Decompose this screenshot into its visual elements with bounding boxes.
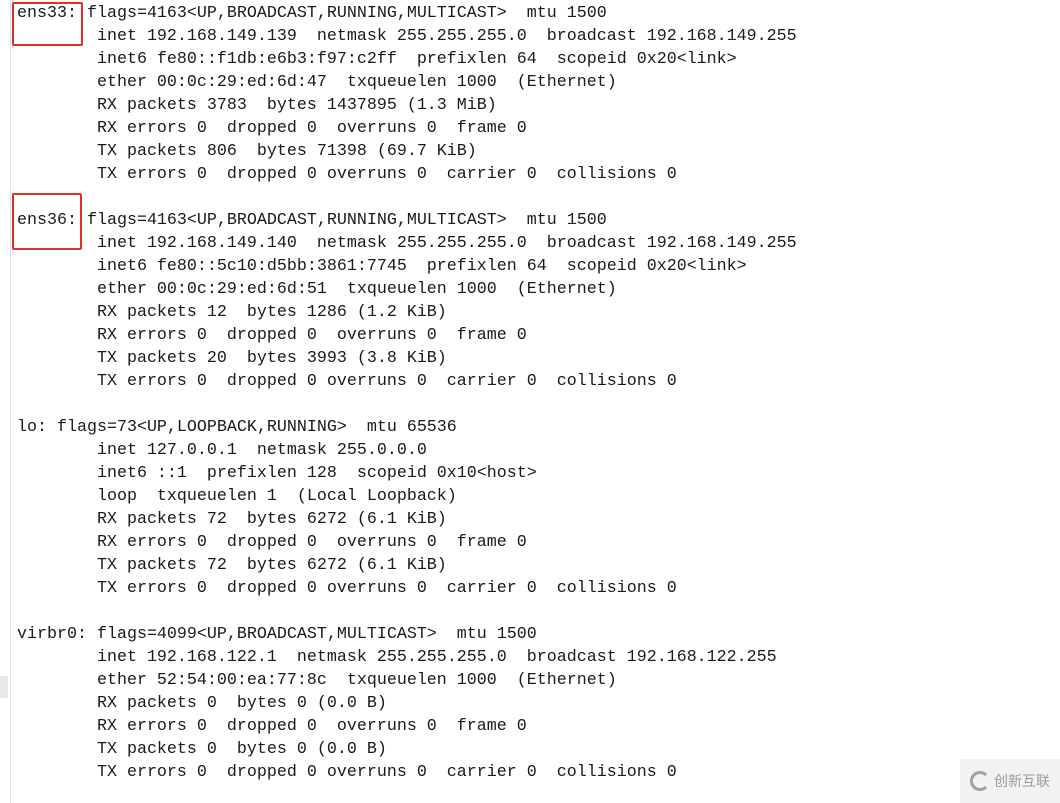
terminal-line: inet6 ::1 prefixlen 128 scopeid 0x10<hos… xyxy=(17,464,537,483)
terminal-line: RX errors 0 dropped 0 overruns 0 frame 0 xyxy=(17,326,527,345)
watermark-logo: 创新互联 xyxy=(960,759,1060,803)
terminal-line: RX packets 3783 bytes 1437895 (1.3 MiB) xyxy=(17,96,497,115)
terminal-line: TX errors 0 dropped 0 overruns 0 carrier… xyxy=(17,165,677,184)
terminal-line: inet6 fe80::f1db:e6b3:f97:c2ff prefixlen… xyxy=(17,50,737,69)
terminal-line: ether 52:54:00:ea:77:8c txqueuelen 1000 … xyxy=(17,671,617,690)
terminal-line: ether 00:0c:29:ed:6d:51 txqueuelen 1000 … xyxy=(17,280,617,299)
terminal-line: TX packets 0 bytes 0 (0.0 B) xyxy=(17,740,387,759)
watermark-logo-icon xyxy=(970,771,990,791)
terminal-line: loop txqueuelen 1 (Local Loopback) xyxy=(17,487,457,506)
terminal-line: TX packets 806 bytes 71398 (69.7 KiB) xyxy=(17,142,477,161)
terminal-line: RX errors 0 dropped 0 overruns 0 frame 0 xyxy=(17,717,527,736)
terminal-line: TX errors 0 dropped 0 overruns 0 carrier… xyxy=(17,763,677,782)
terminal-line: TX errors 0 dropped 0 overruns 0 carrier… xyxy=(17,372,677,391)
terminal-line: inet 192.168.122.1 netmask 255.255.255.0… xyxy=(17,648,777,667)
terminal-line: TX packets 20 bytes 3993 (3.8 KiB) xyxy=(17,349,447,368)
terminal-line: ens33: flags=4163<UP,BROADCAST,RUNNING,M… xyxy=(17,4,607,23)
terminal-line: RX packets 0 bytes 0 (0.0 B) xyxy=(17,694,387,713)
terminal-line: RX errors 0 dropped 0 overruns 0 frame 0 xyxy=(17,533,527,552)
terminal-line: ether 00:0c:29:ed:6d:47 txqueuelen 1000 … xyxy=(17,73,617,92)
terminal-line: inet 127.0.0.1 netmask 255.0.0.0 xyxy=(17,441,427,460)
terminal-line: virbr0: flags=4099<UP,BROADCAST,MULTICAS… xyxy=(17,625,537,644)
terminal-line: inet 192.168.149.140 netmask 255.255.255… xyxy=(17,234,797,253)
gutter-marker xyxy=(0,676,8,698)
terminal-line: TX packets 72 bytes 6272 (6.1 KiB) xyxy=(17,556,447,575)
terminal-line: ens36: flags=4163<UP,BROADCAST,RUNNING,M… xyxy=(17,211,607,230)
terminal-line: lo: flags=73<UP,LOOPBACK,RUNNING> mtu 65… xyxy=(17,418,457,437)
highlight-box-ens33 xyxy=(12,2,83,46)
terminal-line: RX packets 72 bytes 6272 (6.1 KiB) xyxy=(17,510,447,529)
highlight-box-ens36 xyxy=(12,193,82,250)
terminal-line: inet 192.168.149.139 netmask 255.255.255… xyxy=(17,27,797,46)
watermark-text: 创新互联 xyxy=(994,774,1050,790)
terminal-line: TX errors 0 dropped 0 overruns 0 carrier… xyxy=(17,579,677,598)
terminal-line: inet6 fe80::5c10:d5bb:3861:7745 prefixle… xyxy=(17,257,747,276)
terminal-output: ens33: flags=4163<UP,BROADCAST,RUNNING,M… xyxy=(17,2,797,784)
terminal-line: RX packets 12 bytes 1286 (1.2 KiB) xyxy=(17,303,447,322)
terminal-line: RX errors 0 dropped 0 overruns 0 frame 0 xyxy=(17,119,527,138)
